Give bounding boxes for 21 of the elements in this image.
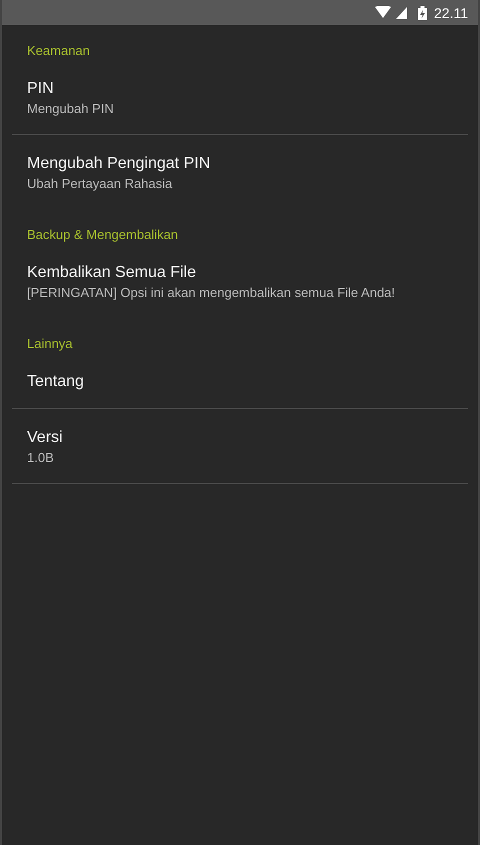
signal-icon <box>396 6 407 18</box>
item-title: Versi <box>27 428 64 448</box>
battery-charging-icon <box>418 6 427 20</box>
settings-item[interactable]: Kembalikan Semua File [PERINGATAN] Opsi ini akan mengembalikan semua File Anda! <box>2 244 478 318</box>
item-summary: 1.0B <box>27 449 55 467</box>
section-header: Lainnya <box>26 335 74 353</box>
item-title: Tentang <box>27 372 85 392</box>
item-summary: Ubah Pertayaan Rahasia <box>27 175 174 193</box>
item-title: Mengubah Pengingat PIN <box>27 154 212 174</box>
clock-time: 22.11 <box>434 4 468 20</box>
wifi-icon <box>375 6 391 19</box>
settings-item[interactable]: Mengubah Pengingat PIN Ubah Pertayaan Rahasia <box>2 135 478 209</box>
settings-item[interactable]: PIN Mengubah PIN <box>2 60 478 134</box>
item-title: PIN <box>27 79 55 99</box>
item-summary: Mengubah PIN <box>27 100 115 118</box>
item-title: Kembalikan Semua File <box>27 263 197 283</box>
settings-item[interactable]: Versi 1.0B <box>2 409 478 483</box>
item-summary: [PERINGATAN] Opsi ini akan mengembalikan semua File Anda! <box>27 284 396 302</box>
settings-item[interactable]: Tentang <box>2 353 478 408</box>
section-header: Backup & Mengembalikan <box>26 226 180 244</box>
section-header: Keamanan <box>26 42 91 60</box>
